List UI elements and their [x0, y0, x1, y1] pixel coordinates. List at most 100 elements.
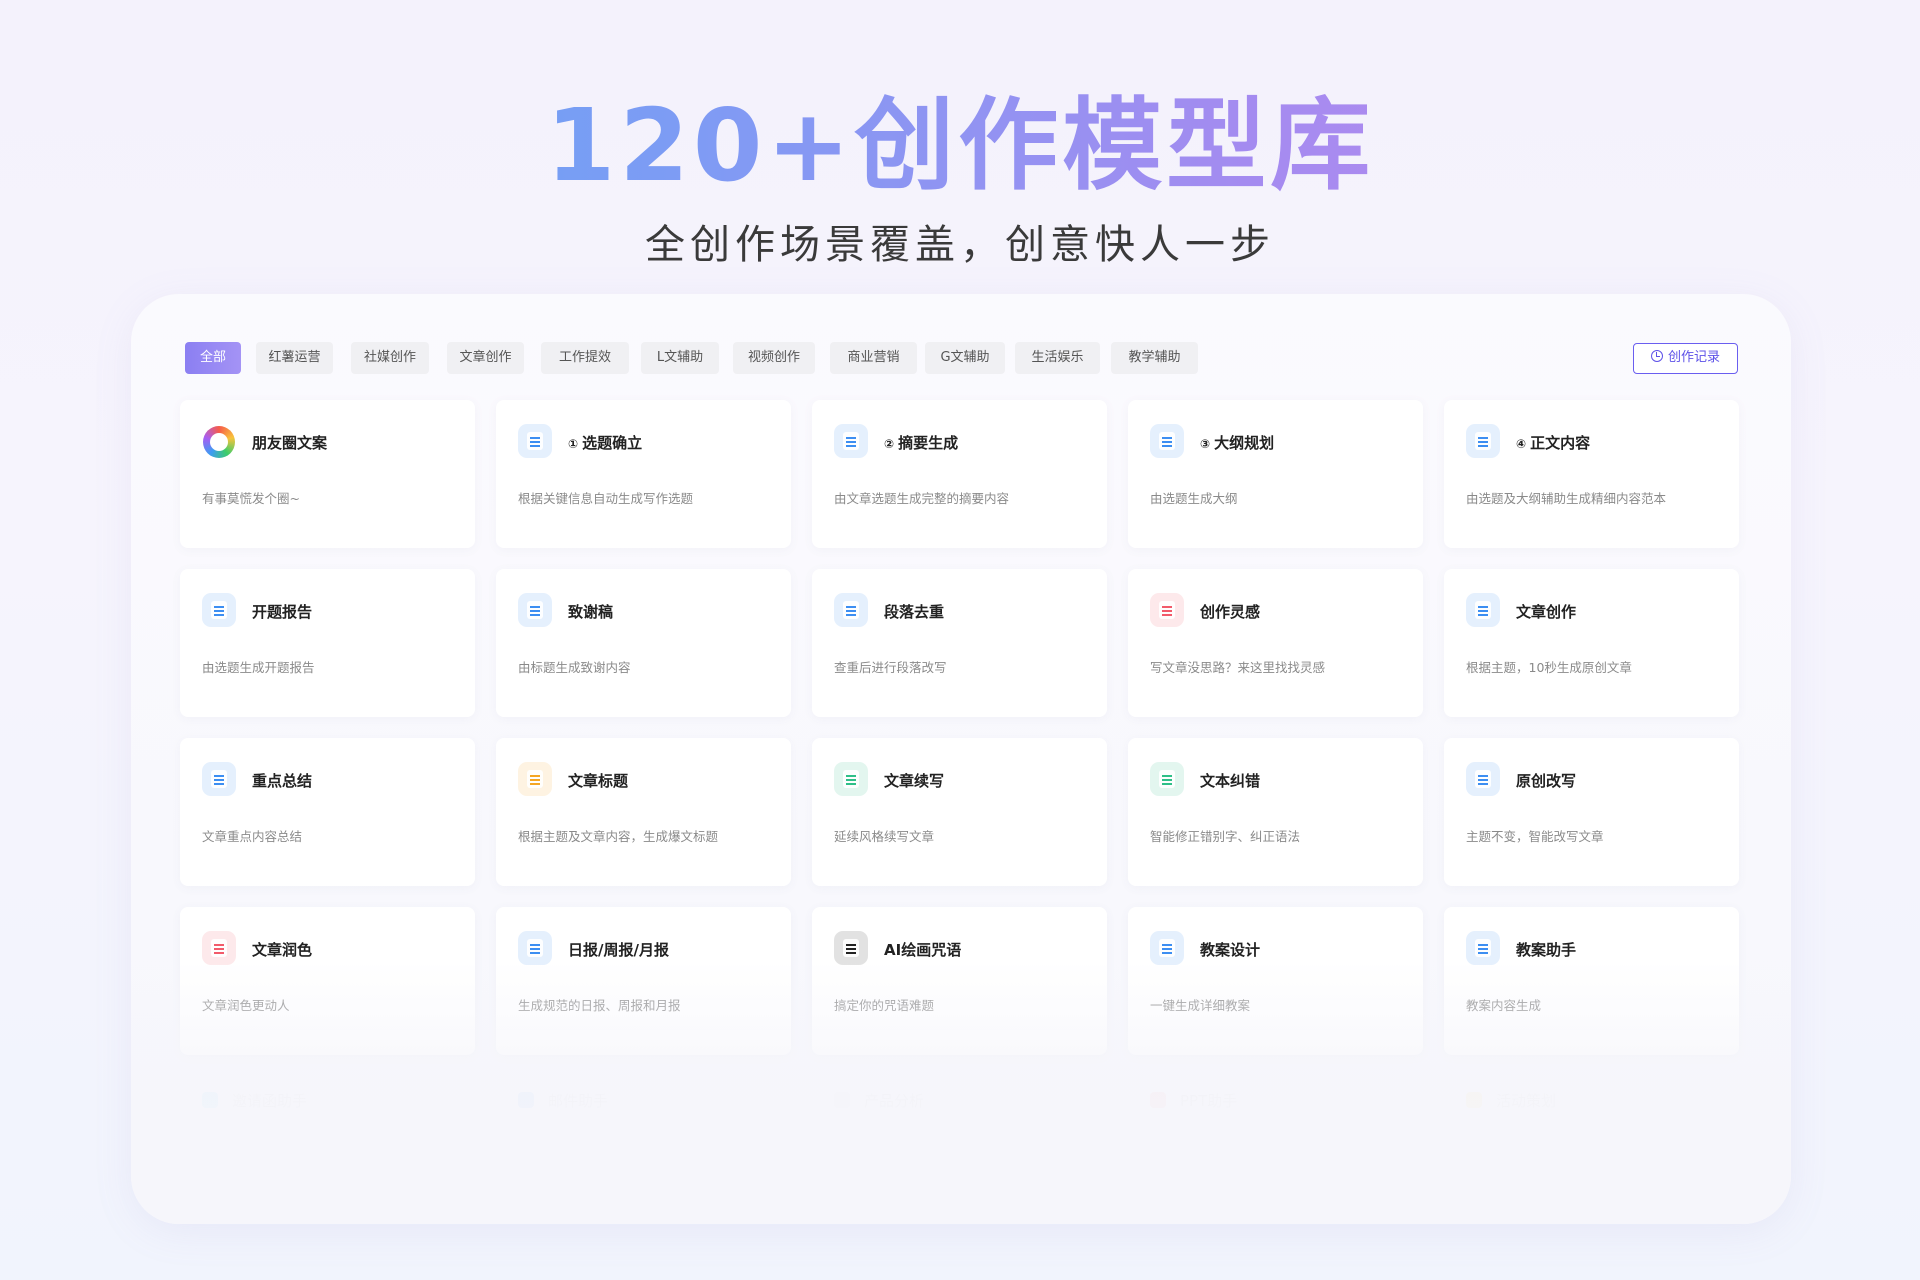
model-card[interactable]: 致谢稿 由标题生成致谢内容	[496, 569, 791, 717]
step-number: ④	[1516, 437, 1527, 451]
model-card-title-text: 日报/周报/月报	[568, 941, 669, 959]
model-card[interactable]: 文本纠错智能修正错别字、纠正语法	[1128, 738, 1423, 886]
model-card-title: 教案设计	[1200, 939, 1260, 960]
tab-redbook-ops[interactable]: 红薯运营	[256, 342, 333, 374]
continue-icon	[834, 762, 868, 796]
model-card-title: 文本纠错	[1200, 770, 1260, 791]
model-card-title-text: 教案设计	[1200, 941, 1261, 959]
model-card-desc: 文章重点内容总结	[202, 829, 303, 844]
model-card-title: 文章创作	[1516, 601, 1576, 622]
model-card-desc: 有事莫慌发个圈~	[202, 491, 300, 506]
faded-card: 邮件助手	[518, 1090, 608, 1111]
tab-marketing[interactable]: 商业营销	[830, 342, 917, 374]
model-card-desc: 一键生成详细教案	[1150, 998, 1251, 1013]
model-card-title-text: 文章标题	[568, 772, 629, 790]
tab-lifestyle[interactable]: 生活娱乐	[1015, 342, 1100, 374]
daily-report-icon	[518, 931, 552, 965]
model-card-title-text: 教案助手	[1516, 941, 1577, 959]
model-card[interactable]: 文章续写 延续风格续写文章	[812, 738, 1107, 886]
model-card-desc: 由选题生成大纲	[1150, 491, 1238, 506]
model-card[interactable]: 段落去重 查重后进行段落改写	[812, 569, 1107, 717]
hero-title: 120+创作模型库	[0, 88, 1920, 203]
history-button[interactable]: 创作记录	[1633, 343, 1738, 374]
model-card-title: 文章标题	[568, 770, 628, 791]
inspiration-icon	[1150, 593, 1184, 627]
model-card-title-text: 正文内容	[1530, 434, 1591, 452]
invitation-icon	[202, 1092, 218, 1108]
hero-subtitle: 全创作场景覆盖，创意快人一步	[645, 222, 1275, 268]
model-card-desc: 由选题及大纲辅助生成精细内容范本	[1466, 491, 1667, 506]
history-button-label: 创作记录	[1667, 350, 1720, 365]
lesson-design-icon	[1150, 931, 1184, 965]
model-card[interactable]: 创作灵感写文章没思路？来这里找找灵感	[1128, 569, 1423, 717]
model-card[interactable]: 文章创作 根据主题，10秒生成原创文章	[1444, 569, 1739, 717]
rewrite-icon	[1466, 762, 1500, 796]
model-card-desc: 搞定你的咒语难题	[834, 998, 935, 1013]
lesson-helper-icon	[1466, 931, 1500, 965]
faded-card: 产品分析	[834, 1090, 924, 1111]
step-number: ②	[884, 437, 895, 451]
tab-l-assist[interactable]: L文辅助	[641, 342, 719, 374]
tab-video[interactable]: 视频创作	[733, 342, 815, 374]
model-card[interactable]: ① 选题确立 根据关键信息自动生成写作选题	[496, 400, 791, 548]
model-card[interactable]: 文章标题根据主题及文章内容，生成爆文标题	[496, 738, 791, 886]
model-card-title-text: 选题确立	[582, 434, 643, 452]
tab-productivity[interactable]: 工作提效	[541, 342, 629, 374]
model-card[interactable]: 文章润色文章润色更动人	[180, 907, 475, 1055]
event-icon	[1466, 1092, 1482, 1108]
model-card-title-text: 开题报告	[252, 603, 313, 621]
model-card-title: 文章润色	[252, 939, 312, 960]
tab-social-media[interactable]: 社媒创作	[351, 342, 429, 374]
model-card-desc: 智能修正错别字、纠正语法	[1150, 829, 1301, 844]
tab-article[interactable]: 文章创作	[447, 342, 524, 374]
model-card[interactable]: ④ 正文内容由选题及大纲辅助生成精细内容范本	[1444, 400, 1739, 548]
thanks-chat-icon	[518, 593, 552, 627]
report-icon	[202, 593, 236, 627]
faded-card: PPT助手	[1150, 1090, 1237, 1111]
model-card[interactable]: 开题报告由选题生成开题报告	[180, 569, 475, 717]
faded-card-label: 活动策划	[1496, 1092, 1557, 1110]
model-card[interactable]: 朋友圈文案有事莫慌发个圈~	[180, 400, 475, 548]
key-summary-icon	[202, 762, 236, 796]
tab-teaching[interactable]: 教学辅助	[1111, 342, 1198, 374]
model-card-desc: 文章润色更动人	[202, 998, 290, 1013]
model-card-title: 教案助手	[1516, 939, 1576, 960]
moments-ring-icon	[203, 426, 235, 458]
model-card-title-text: 创作灵感	[1200, 603, 1261, 621]
model-card[interactable]: 原创改写 主题不变，智能改写文章	[1444, 738, 1739, 886]
model-card[interactable]: 重点总结文章重点内容总结	[180, 738, 475, 886]
model-card-title-text: 大纲规划	[1214, 434, 1275, 452]
model-card[interactable]: 日报/周报/月报 生成规范的日报、周报和月报	[496, 907, 791, 1055]
model-card-title: 开题报告	[252, 601, 312, 622]
model-card-desc: 写文章没思路？来这里找找灵感	[1150, 660, 1326, 675]
model-card-title: 重点总结	[252, 770, 312, 791]
model-card-title-text: 文章续写	[884, 772, 945, 790]
model-card[interactable]: ③ 大纲规划由选题生成大纲	[1128, 400, 1423, 548]
model-card-title: ④ 正文内容	[1516, 432, 1590, 453]
model-card-desc: 由选题生成开题报告	[202, 660, 315, 675]
model-card-desc: 根据主题及文章内容，生成爆文标题	[518, 829, 719, 844]
tab-all[interactable]: 全部	[185, 342, 241, 374]
topic-doc-icon	[518, 424, 552, 458]
model-card[interactable]: ② 摘要生成由文章选题生成完整的摘要内容	[812, 400, 1107, 548]
tab-g-assist[interactable]: G文辅助	[925, 342, 1005, 374]
model-card-title-text: 重点总结	[252, 772, 313, 790]
model-card-title-text: 朋友圈文案	[252, 434, 328, 452]
headline-icon	[518, 762, 552, 796]
summary-doc-icon	[834, 424, 868, 458]
step-number: ③	[1200, 437, 1211, 451]
model-card-title: 原创改写	[1516, 770, 1576, 791]
polish-icon	[202, 931, 236, 965]
content-doc-icon	[1466, 424, 1500, 458]
model-card-title: 日报/周报/月报	[568, 939, 669, 960]
model-card[interactable]: 教案助手 教案内容生成	[1444, 907, 1739, 1055]
model-card[interactable]: AI绘画咒语 搞定你的咒语难题	[812, 907, 1107, 1055]
model-card-title-text: 摘要生成	[898, 434, 959, 452]
model-card[interactable]: 教案设计一键生成详细教案	[1128, 907, 1423, 1055]
model-card-desc: 根据关键信息自动生成写作选题	[518, 491, 694, 506]
proofread-icon	[1150, 762, 1184, 796]
model-card-title-text: 致谢稿	[568, 603, 614, 621]
model-card-title: ③ 大纲规划	[1200, 432, 1274, 453]
model-card-desc: 由文章选题生成完整的摘要内容	[834, 491, 1010, 506]
model-card-title-text: 文本纠错	[1200, 772, 1261, 790]
